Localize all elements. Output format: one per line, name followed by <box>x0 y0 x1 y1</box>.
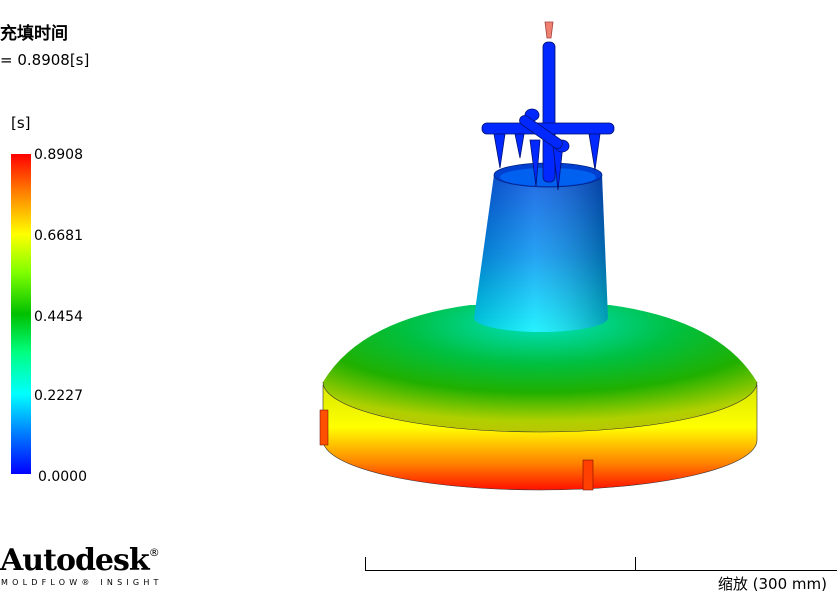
scale-bar <box>365 557 837 571</box>
part-base <box>319 305 758 491</box>
part-cone <box>474 162 608 332</box>
product-name: MOLDFLOW® INSIGHT <box>1 578 163 587</box>
model-viewport[interactable] <box>0 0 837 596</box>
runner-system <box>481 21 615 191</box>
logo-text: Autodesk <box>0 543 150 578</box>
scale-label: 缩放 (300 mm) <box>717 575 827 593</box>
autodesk-logo: Autodesk® <box>0 543 160 578</box>
registered-mark: ® <box>148 546 160 559</box>
